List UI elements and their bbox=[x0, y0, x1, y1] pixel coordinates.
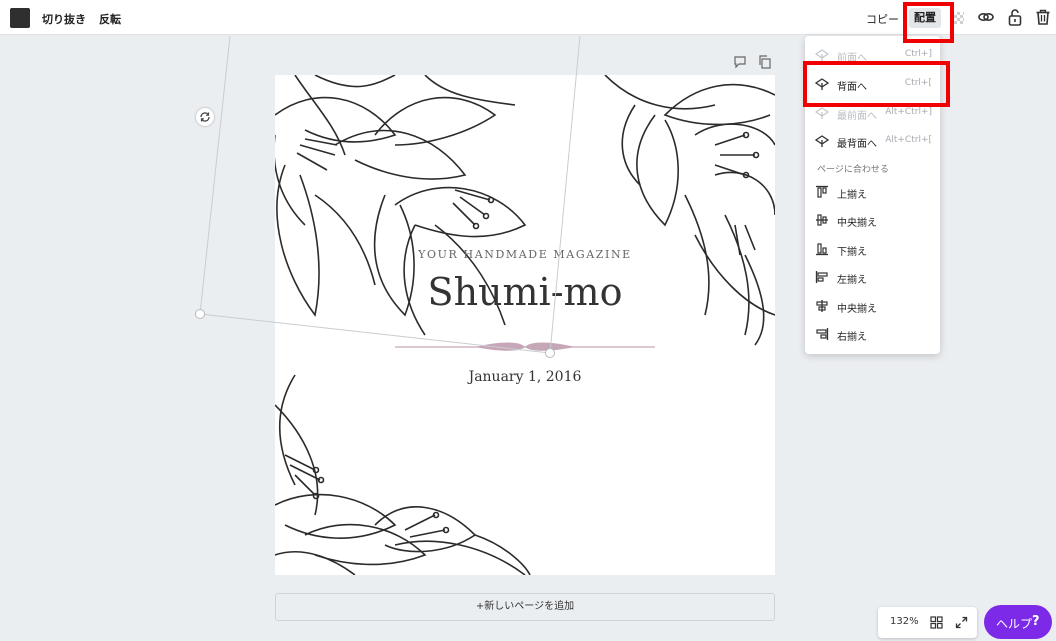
align-left-icon bbox=[815, 271, 828, 283]
menu-item-align-center[interactable]: 中央揃え bbox=[805, 294, 940, 318]
layer-down-icon bbox=[815, 78, 829, 90]
arrange-menu: 前面へ Ctrl+] 背面へ Ctrl+[ 最前面へ Alt+Ctrl+] 最背… bbox=[805, 36, 940, 354]
arrange-button[interactable]: 配置 bbox=[909, 8, 941, 28]
layer-top-icon bbox=[815, 107, 829, 119]
editor-toolbar: 切り抜き 反転 コピー 配置 bbox=[0, 0, 1056, 35]
layer-up-icon bbox=[815, 49, 829, 61]
magazine-title[interactable]: Shumi-mo bbox=[275, 270, 775, 314]
menu-section-align-to-page: ページに合わせる bbox=[817, 165, 889, 175]
transparency-icon[interactable] bbox=[954, 12, 964, 24]
menu-label: 右揃え bbox=[837, 332, 867, 343]
menu-item-bring-forward[interactable]: 前面へ Ctrl+] bbox=[805, 43, 940, 67]
trash-icon[interactable] bbox=[1034, 8, 1052, 26]
comment-icon[interactable] bbox=[733, 55, 747, 69]
menu-shortcut: Alt+Ctrl+] bbox=[885, 107, 932, 117]
menu-label: 最背面へ bbox=[837, 139, 877, 150]
menu-label: 背面へ bbox=[837, 82, 867, 93]
align-bottom-icon bbox=[816, 243, 828, 256]
lily-floral-illustration bbox=[275, 75, 775, 575]
menu-item-send-backward[interactable]: 背面へ Ctrl+[ bbox=[805, 72, 940, 96]
menu-label: 上揃え bbox=[837, 190, 867, 201]
duplicate-page-icon[interactable] bbox=[758, 55, 772, 69]
menu-item-align-bottom[interactable]: 下揃え bbox=[805, 237, 940, 261]
align-right-icon bbox=[816, 328, 829, 340]
align-middle-icon bbox=[816, 214, 828, 226]
menu-label: 下揃え bbox=[837, 247, 867, 258]
fullscreen-icon[interactable] bbox=[955, 616, 968, 629]
help-question-icon: ? bbox=[1032, 614, 1040, 629]
menu-label: 中央揃え bbox=[837, 304, 877, 315]
menu-label: 前面へ bbox=[837, 53, 867, 64]
menu-item-send-to-back[interactable]: 最背面へ Alt+Ctrl+[ bbox=[805, 129, 940, 153]
help-label: ヘルプ bbox=[996, 617, 1033, 631]
menu-item-align-top[interactable]: 上揃え bbox=[805, 180, 940, 204]
align-center-icon bbox=[816, 300, 828, 312]
zoom-level[interactable]: 132% bbox=[890, 616, 919, 627]
add-page-button[interactable]: +新しいページを追加 bbox=[275, 593, 775, 621]
lock-icon[interactable] bbox=[1006, 8, 1024, 26]
menu-item-align-left[interactable]: 左揃え bbox=[805, 265, 940, 289]
color-swatch[interactable] bbox=[10, 8, 30, 28]
menu-shortcut: Ctrl+[ bbox=[904, 78, 932, 88]
menu-shortcut: Ctrl+] bbox=[904, 49, 932, 59]
design-page[interactable]: YOUR HANDMADE MAGAZINE Shumi-mo January … bbox=[275, 75, 775, 575]
menu-label: 最前面へ bbox=[837, 111, 877, 122]
menu-item-bring-to-front[interactable]: 最前面へ Alt+Ctrl+] bbox=[805, 101, 940, 125]
align-top-icon bbox=[816, 185, 828, 198]
link-icon[interactable] bbox=[977, 8, 995, 26]
menu-item-align-middle[interactable]: 中央揃え bbox=[805, 208, 940, 232]
flip-button[interactable]: 反転 bbox=[99, 11, 121, 27]
crop-button[interactable]: 切り抜き bbox=[42, 11, 86, 27]
divider-ornament bbox=[395, 342, 655, 351]
layer-bottom-icon bbox=[815, 135, 829, 147]
copy-button[interactable]: コピー bbox=[866, 11, 899, 27]
rotate-icon bbox=[200, 112, 210, 122]
menu-shortcut: Alt+Ctrl+[ bbox=[885, 135, 932, 145]
menu-label: 中央揃え bbox=[837, 218, 877, 229]
help-button[interactable]: ヘルプ ? bbox=[984, 605, 1052, 639]
grid-view-icon[interactable] bbox=[930, 616, 943, 629]
magazine-label[interactable]: YOUR HANDMADE MAGAZINE bbox=[275, 248, 775, 261]
magazine-date[interactable]: January 1, 2016 bbox=[275, 369, 775, 385]
zoom-controls: 132% bbox=[878, 607, 977, 638]
menu-label: 左揃え bbox=[837, 275, 867, 286]
menu-item-align-right[interactable]: 右揃え bbox=[805, 322, 940, 346]
rotate-handle[interactable] bbox=[196, 108, 214, 126]
